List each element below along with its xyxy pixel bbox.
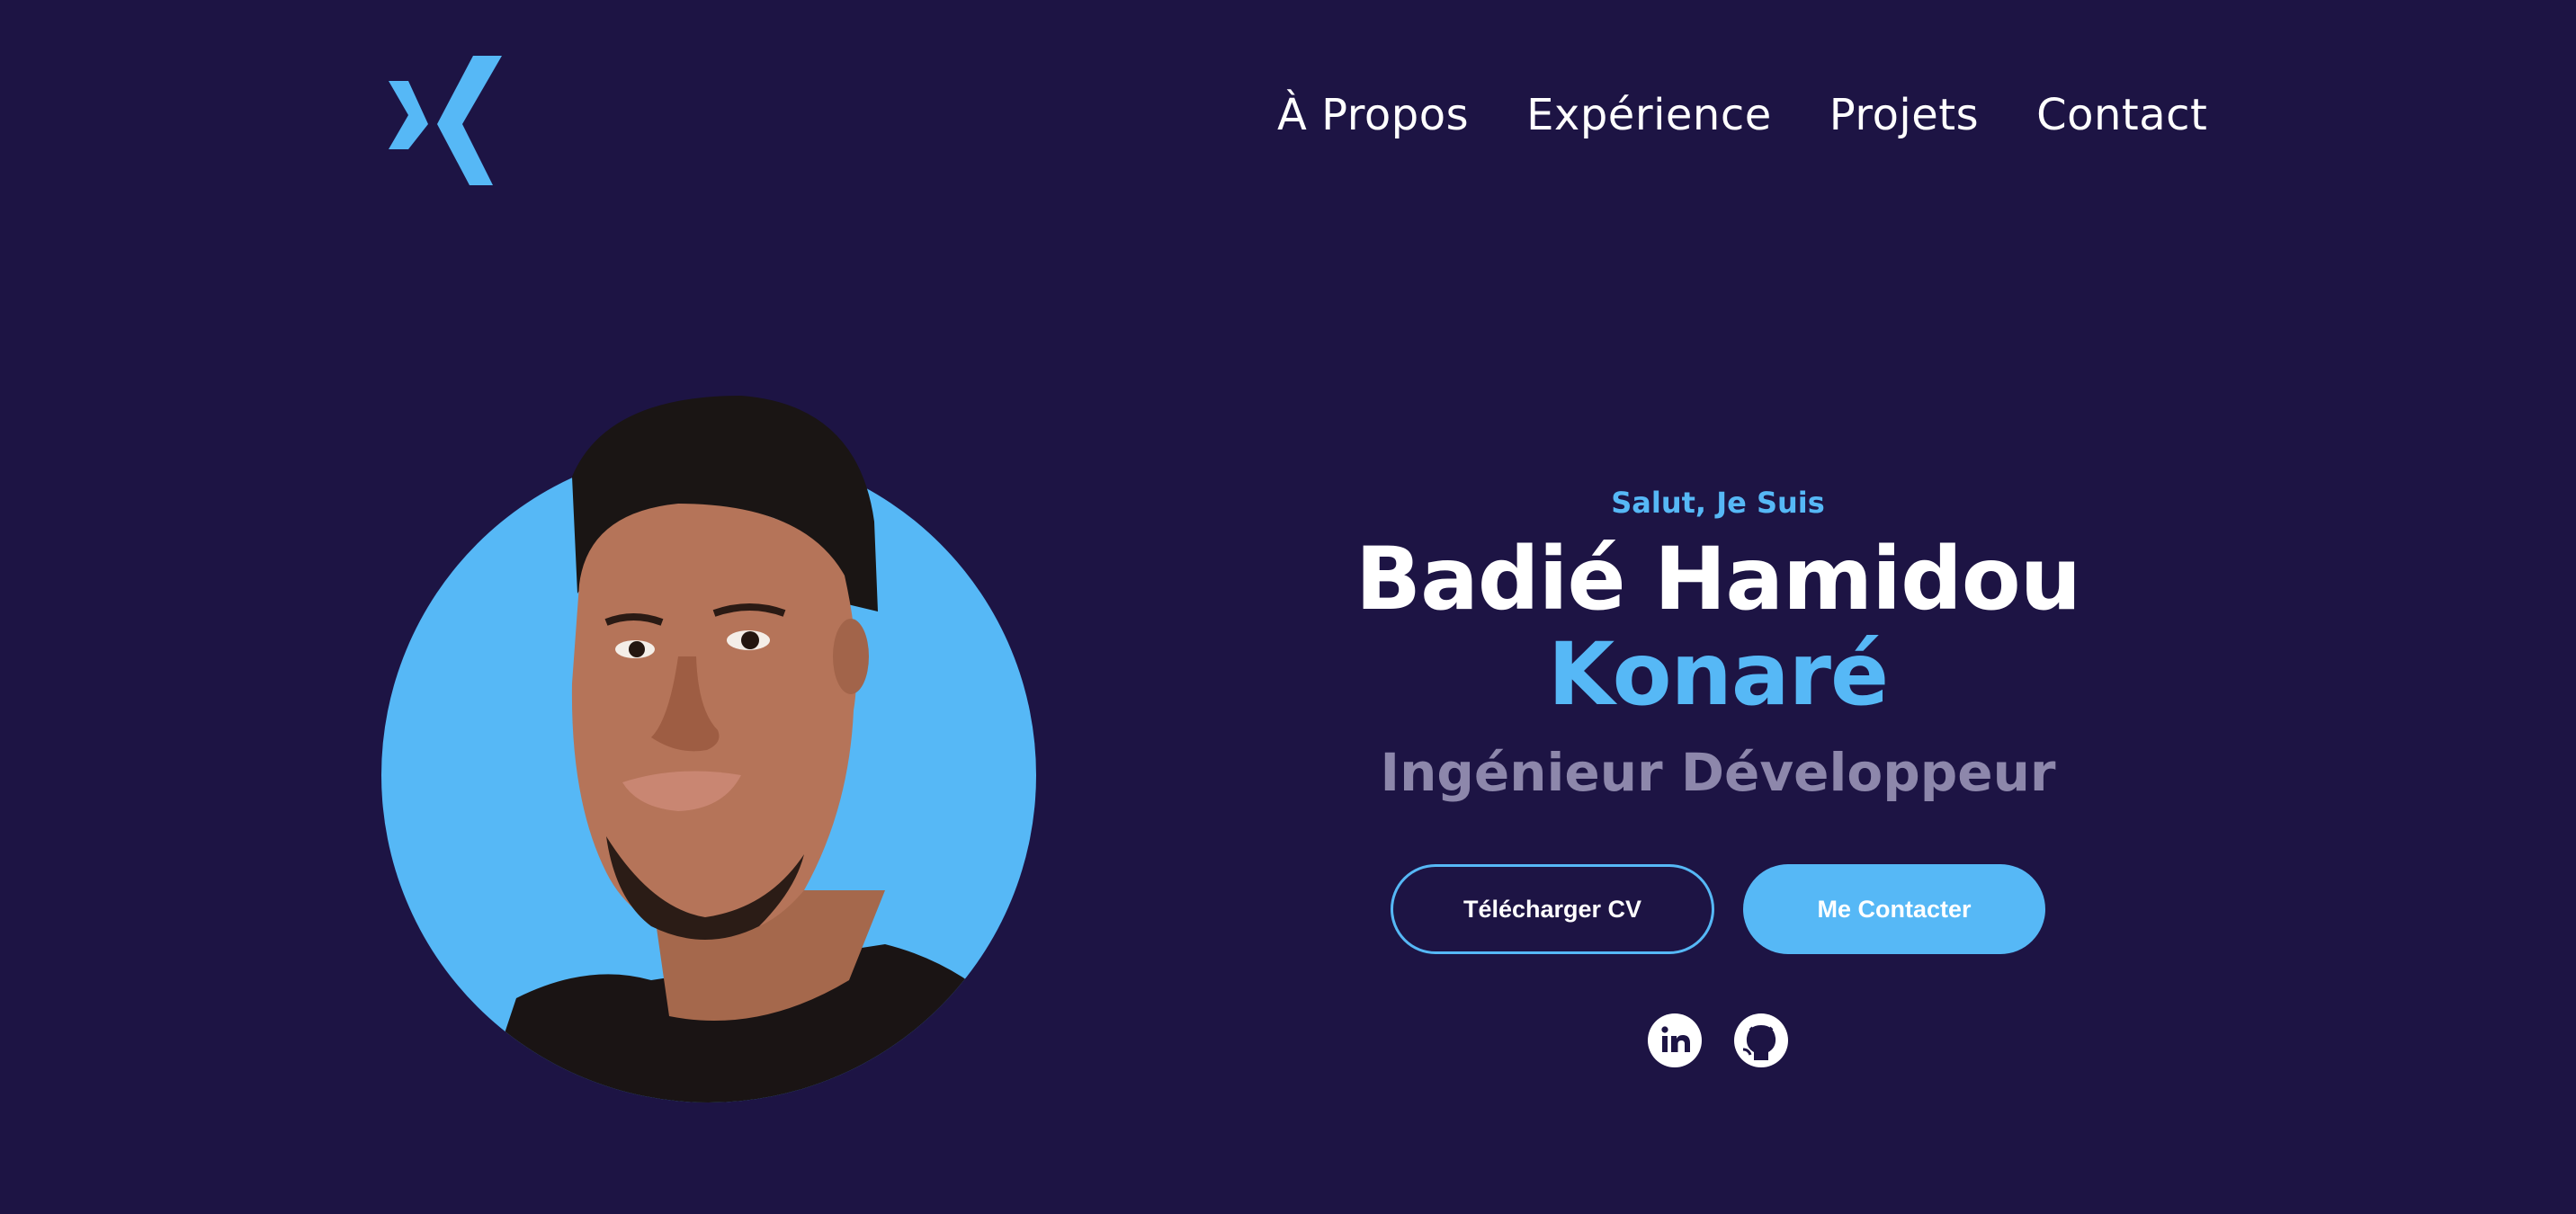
main-nav: À Propos Expérience Projets Contact xyxy=(1277,94,2207,137)
hero-name-accent: Konaré xyxy=(1547,623,1889,725)
github-icon[interactable] xyxy=(1734,1013,1788,1068)
hero-name-first: Badié Hamidou xyxy=(1355,529,2081,629)
nav-link-experience[interactable]: Expérience xyxy=(1526,94,1772,137)
hero-name: Badié Hamidou Konaré xyxy=(1178,529,2258,725)
hero-greeting: Salut, Je Suis xyxy=(1611,486,1825,520)
nav-link-projets[interactable]: Projets xyxy=(1829,94,1979,137)
hero-role: Ingénieur Développeur xyxy=(1380,742,2056,804)
download-cv-button[interactable]: Télécharger CV xyxy=(1391,864,1714,955)
nav-link-a-propos[interactable]: À Propos xyxy=(1277,94,1469,137)
logo-icon[interactable] xyxy=(389,56,507,185)
profile-portrait xyxy=(381,396,1036,1102)
social-links xyxy=(1178,1013,2258,1068)
hero-buttons: Télécharger CV Me Contacter xyxy=(1178,864,2258,955)
hero-section: Salut, Je Suis Badié Hamidou Konaré Ingé… xyxy=(1178,486,2258,1068)
linkedin-icon[interactable] xyxy=(1648,1013,1702,1068)
contact-button[interactable]: Me Contacter xyxy=(1743,864,2045,955)
nav-link-contact[interactable]: Contact xyxy=(2036,94,2207,137)
